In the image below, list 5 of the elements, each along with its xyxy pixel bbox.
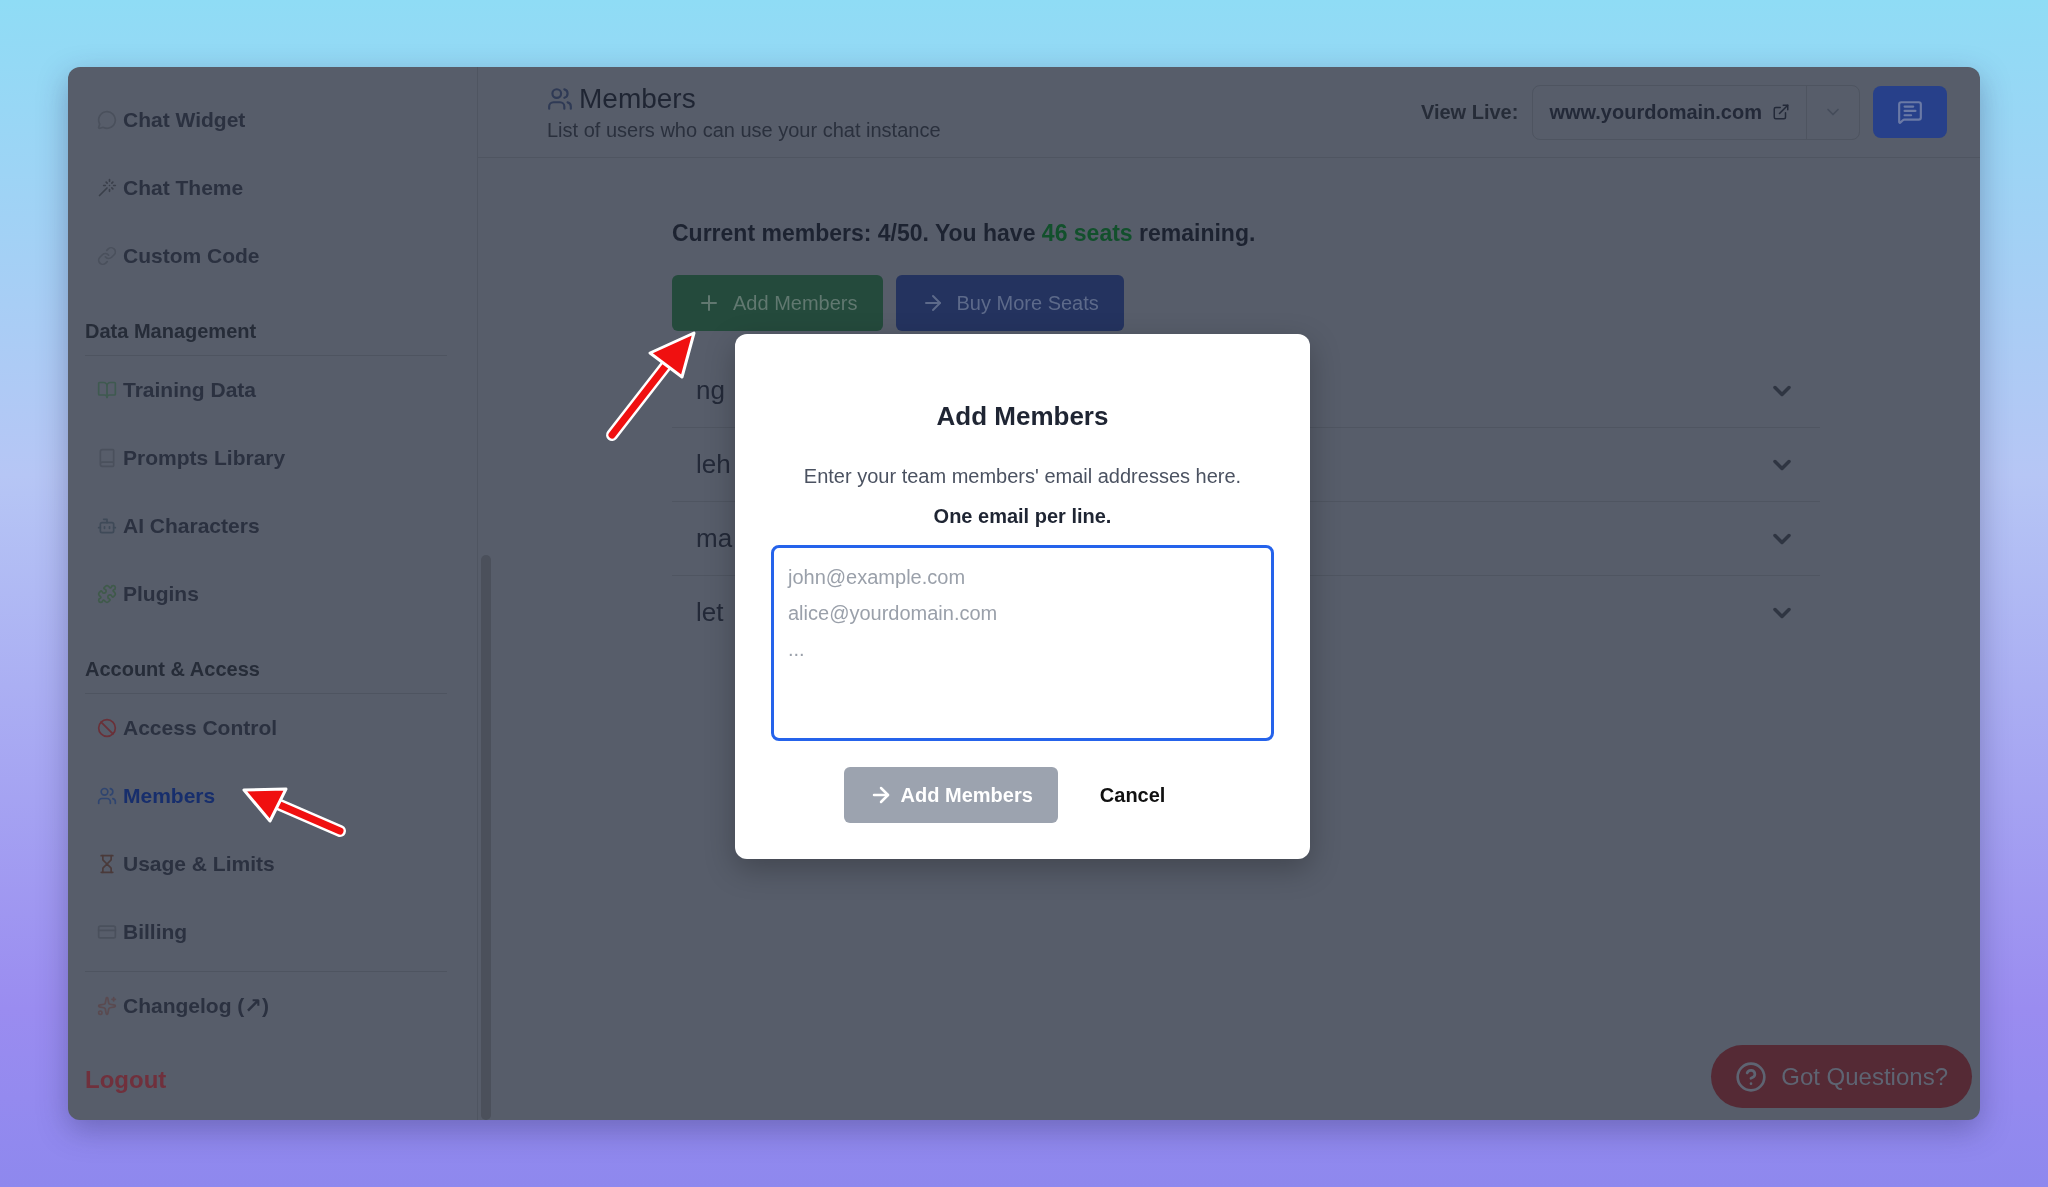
page-title: Members <box>579 82 696 115</box>
dialog-description: Enter your team members' email addresses here. <box>803 465 1242 488</box>
dialog-title: Add Members <box>936 401 1109 432</box>
member-summary: Current members: 4/50. You have 46 seats remaining. <box>672 220 1257 247</box>
dialog-note: One email per line. <box>933 505 1112 528</box>
